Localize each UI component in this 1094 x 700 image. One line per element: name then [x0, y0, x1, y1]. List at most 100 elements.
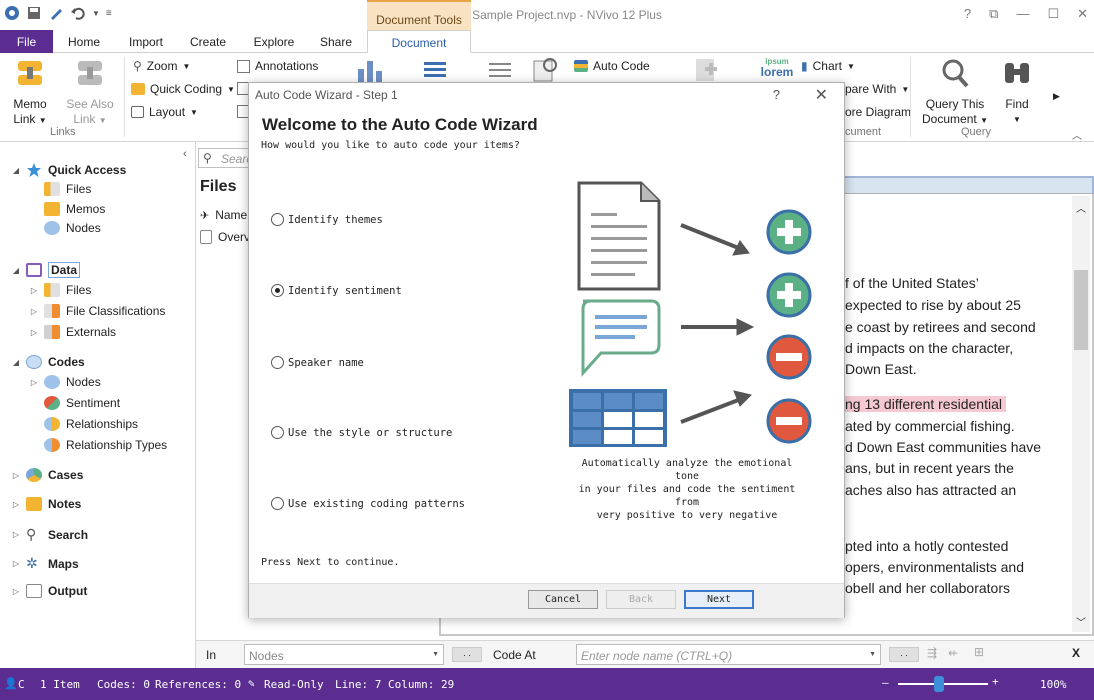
collapsed-arrow-icon[interactable]: ▷ [12, 471, 20, 480]
radio-existing-coding[interactable] [271, 497, 284, 510]
document-line[interactable]: pted into a hotly contested [845, 538, 1008, 554]
nav-cases[interactable]: ▷ Cases [12, 468, 83, 482]
tab-home[interactable]: Home [60, 30, 108, 53]
restore-ribbon-icon[interactable]: ⧉ [989, 6, 998, 22]
nav-maps[interactable]: ▷ ✲ Maps [12, 555, 79, 572]
nav-externals[interactable]: ▷ Externals [30, 325, 116, 339]
document-line[interactable]: d Down East communities have [845, 439, 1041, 455]
document-line[interactable]: aches also has attracted an [845, 482, 1016, 498]
nav-quick-access[interactable]: ◢ Quick Access [12, 162, 126, 178]
code-icon[interactable]: ⇶ [927, 646, 937, 660]
explore-diagram-button[interactable]: ore Diagram [845, 105, 911, 119]
option-identify-themes[interactable]: Identify themes [271, 213, 383, 226]
add-document-icon[interactable] [692, 57, 720, 83]
document-line[interactable]: ans, but in recent years the [845, 460, 1014, 476]
document-line[interactable]: expected to rise by about 25 [845, 297, 1021, 313]
auto-code-button[interactable]: Auto Code [574, 59, 650, 73]
collapsed-arrow-icon[interactable]: ▷ [30, 307, 38, 316]
document-line[interactable]: ng 13 different residential [841, 396, 1006, 412]
document-line[interactable]: obell and her collaborators [845, 580, 1010, 596]
list-icon[interactable] [423, 61, 447, 83]
new-node-icon[interactable]: ⊞ [974, 645, 984, 659]
document-line[interactable]: f of the United States’ [845, 275, 979, 291]
annotations-checkbox[interactable]: Annotations [237, 59, 318, 73]
nav-codes-nodes[interactable]: ▷ Nodes [30, 375, 101, 389]
nav-qa-nodes[interactable]: Nodes [44, 221, 101, 235]
column-header-name[interactable]: ✈ Name [200, 208, 247, 222]
nav-notes[interactable]: ▷ Notes [12, 497, 81, 511]
word-frequency-icon[interactable]: ipsum lorem [760, 55, 794, 78]
nav-search[interactable]: ▷ ⚲ Search [12, 526, 88, 543]
radio-identify-sentiment[interactable] [271, 284, 284, 297]
expanded-arrow-icon[interactable]: ◢ [12, 166, 20, 175]
memo-link-button[interactable]: Memo Link ▼ [8, 57, 52, 128]
help-icon[interactable]: ? [964, 6, 971, 22]
node-name-input[interactable]: Enter node name (CTRL+Q) ▼ [576, 644, 881, 665]
collapsed-arrow-icon[interactable]: ▷ [12, 559, 20, 568]
document-scrollbar[interactable] [1072, 196, 1090, 632]
radio-identify-themes[interactable] [271, 213, 284, 226]
layout-button[interactable]: Layout ▼ [131, 105, 198, 119]
nav-codes[interactable]: ◢ Codes [12, 355, 85, 369]
collapsed-arrow-icon[interactable]: ▷ [30, 286, 38, 295]
option-style-structure[interactable]: Use the style or structure [271, 426, 452, 439]
tab-share[interactable]: Share [314, 30, 358, 53]
collapsed-arrow-icon[interactable]: ▷ [12, 500, 20, 509]
collapse-nav-icon[interactable]: ‹ [183, 148, 187, 160]
chart-button[interactable]: ▮ Chart ▼ [801, 59, 855, 73]
zoom-out-icon[interactable]: — [882, 676, 889, 689]
document-line[interactable]: ated by commercial fishing. [845, 418, 1015, 434]
tab-create[interactable]: Create [184, 30, 232, 53]
close-coding-bar-icon[interactable]: X [1072, 646, 1080, 660]
nav-data-files[interactable]: ▷ Files [30, 283, 91, 297]
zoom-slider-thumb[interactable] [934, 676, 944, 692]
scroll-up-icon[interactable]: ︿ [1076, 200, 1086, 215]
nav-output[interactable]: ▷ Output [12, 584, 87, 598]
nav-qa-files[interactable]: Files [44, 182, 91, 196]
nav-data[interactable]: ◢ Data [12, 262, 81, 278]
chart-bars-icon[interactable] [356, 59, 386, 83]
in-dropdown[interactable]: Nodes ▼ [244, 644, 444, 665]
document-line[interactable]: e coast by retirees and second [845, 319, 1036, 335]
tab-file[interactable]: File [0, 30, 53, 53]
nav-relationship-types[interactable]: Relationship Types [44, 438, 167, 452]
collapsed-arrow-icon[interactable]: ▷ [30, 378, 38, 387]
collapsed-arrow-icon[interactable]: ▷ [30, 328, 38, 337]
collapsed-arrow-icon[interactable]: ▷ [12, 530, 20, 539]
nav-file-classifications[interactable]: ▷ File Classifications [30, 304, 165, 318]
radio-style-structure[interactable] [271, 426, 284, 439]
dialog-close-icon[interactable]: ✕ [815, 85, 828, 105]
collapse-ribbon-icon[interactable]: ︿ [1072, 127, 1082, 142]
nav-sentiment[interactable]: Sentiment [44, 396, 120, 410]
ribbon-scroll-right-icon[interactable]: ▶ [1053, 91, 1060, 102]
uncode-icon[interactable]: ⇷ [948, 646, 958, 660]
close-button[interactable]: ✕ [1077, 6, 1088, 22]
document-line[interactable]: d impacts on the character, [845, 340, 1013, 356]
zoom-in-icon[interactable]: + [992, 675, 999, 688]
maximize-button[interactable]: ☐ [1047, 6, 1059, 22]
tab-import[interactable]: Import [122, 30, 170, 53]
document-line[interactable]: opers, environmentalists and [845, 559, 1024, 575]
option-speaker-name[interactable]: Speaker name [271, 356, 364, 369]
option-identify-sentiment[interactable]: Identify sentiment [271, 284, 402, 297]
query-this-document-button[interactable]: Query This Document ▼ [920, 57, 990, 128]
compare-with-button[interactable]: pare With ▼ [845, 82, 909, 96]
document-line[interactable]: Down East. [845, 361, 917, 377]
coding-stripes-icon[interactable] [488, 61, 514, 83]
highlight-icon[interactable] [532, 57, 560, 83]
find-button[interactable]: Find ▼ [998, 57, 1036, 127]
browse-nodes-button[interactable]: . . [452, 647, 482, 662]
expanded-arrow-icon[interactable]: ◢ [12, 358, 20, 367]
tab-explore[interactable]: Explore [248, 30, 300, 53]
radio-speaker-name[interactable] [271, 356, 284, 369]
collapsed-arrow-icon[interactable]: ▷ [12, 587, 20, 596]
see-also-link-button[interactable]: See Also Link ▼ [62, 57, 118, 128]
zoom-button[interactable]: ⚲ Zoom ▼ [133, 59, 190, 73]
dialog-help-icon[interactable]: ? [773, 87, 780, 102]
next-button[interactable]: Next [684, 590, 754, 609]
quick-coding-button[interactable]: Quick Coding ▼ [131, 82, 235, 96]
scroll-down-icon[interactable]: ﹀ [1076, 614, 1086, 629]
tab-document[interactable]: Document [367, 30, 471, 53]
option-existing-coding[interactable]: Use existing coding patterns [271, 497, 465, 510]
browse-code-at-button[interactable]: . . [889, 647, 919, 662]
